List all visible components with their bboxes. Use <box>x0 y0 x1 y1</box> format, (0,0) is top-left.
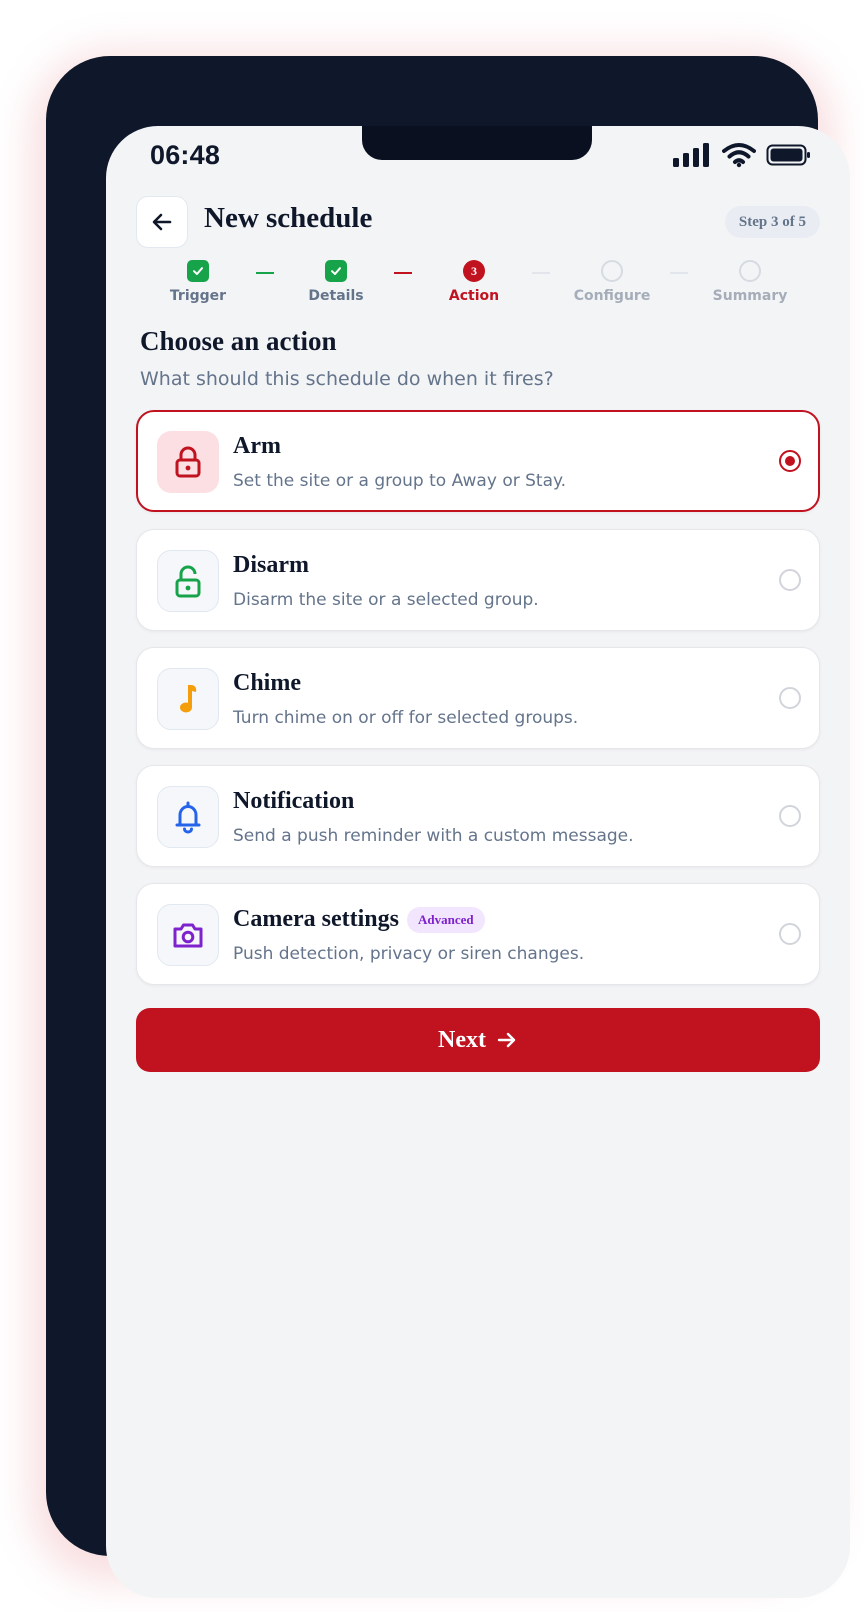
option-camera-settings[interactable]: Camera settings Advanced Push detection,… <box>136 883 820 985</box>
step-label: Action <box>448 288 500 304</box>
arrow-right-icon <box>497 1032 516 1048</box>
option-description: Send a push reminder with a custom messa… <box>233 826 634 846</box>
step-label: Details <box>308 288 364 304</box>
radio-unselected[interactable] <box>779 923 801 945</box>
check-icon <box>331 267 341 275</box>
option-title: Disarm <box>233 552 309 578</box>
step-label: Configure <box>573 288 651 304</box>
step-details: Details <box>276 260 396 304</box>
step-connector <box>256 272 274 274</box>
radio-selected[interactable] <box>779 450 801 472</box>
option-arm[interactable]: Arm Set the site or a group to Away or S… <box>136 410 820 512</box>
section-title: Choose an action <box>140 326 337 356</box>
camera-icon <box>173 923 203 948</box>
option-icon-tile <box>157 668 219 730</box>
step-connector <box>532 272 550 274</box>
option-icon-tile <box>157 550 219 612</box>
wifi-icon <box>722 143 756 168</box>
phone-frame: 06:48 New schedule Step 3 of 5 Trigger D… <box>46 56 850 1598</box>
step-todo-marker <box>601 260 623 282</box>
bell-icon <box>175 801 201 834</box>
radio-unselected[interactable] <box>779 569 801 591</box>
option-title: Notification <box>233 788 355 814</box>
step-action: 3 Action <box>414 260 534 304</box>
next-button[interactable]: Next <box>136 1008 820 1072</box>
step-trigger: Trigger <box>138 260 258 304</box>
option-disarm[interactable]: Disarm Disarm the site or a selected gro… <box>136 529 820 631</box>
step-label: Trigger <box>169 288 227 304</box>
option-title: Chime <box>233 670 301 696</box>
option-title: Arm <box>233 433 281 459</box>
step-label: Summary <box>712 288 788 304</box>
back-button[interactable] <box>136 196 188 248</box>
check-icon <box>193 267 203 275</box>
next-button-label: Next <box>438 1026 486 1053</box>
option-icon-tile <box>157 904 219 966</box>
option-description: Disarm the site or a selected group. <box>233 590 539 610</box>
step-connector <box>394 272 412 274</box>
option-description: Set the site or a group to Away or Stay. <box>233 471 567 491</box>
step-configure: Configure <box>552 260 672 304</box>
radio-unselected[interactable] <box>779 805 801 827</box>
battery-icon <box>766 144 810 166</box>
step-connector <box>670 272 688 274</box>
step-indicator-badge: Step 3 of 5 <box>724 206 820 238</box>
option-icon-tile <box>157 431 219 493</box>
music-note-icon <box>180 685 197 713</box>
page-title: New schedule <box>204 202 373 234</box>
option-title: Camera settings Advanced <box>233 906 485 933</box>
option-description: Push detection, privacy or siren changes… <box>233 944 585 964</box>
advanced-badge: Advanced <box>406 906 485 933</box>
unlock-icon <box>175 565 201 598</box>
radio-unselected[interactable] <box>779 687 801 709</box>
signal-icon <box>673 143 709 167</box>
notch <box>362 126 592 160</box>
step-done-marker <box>187 260 209 282</box>
section-subtitle: What should this schedule do when it fir… <box>140 368 554 390</box>
step-todo-marker <box>739 260 761 282</box>
option-icon-tile <box>157 786 219 848</box>
option-chime[interactable]: Chime Turn chime on or off for selected … <box>136 647 820 749</box>
step-current-marker: 3 <box>463 260 485 282</box>
status-time: 06:48 <box>150 140 221 170</box>
option-notification[interactable]: Notification Send a push reminder with a… <box>136 765 820 867</box>
step-done-marker <box>325 260 347 282</box>
lock-icon <box>175 446 201 478</box>
status-icons <box>672 142 812 168</box>
step-summary: Summary <box>690 260 810 304</box>
progress-stepper: Trigger Details 3 Action Configure Summa… <box>138 260 818 320</box>
app-screen: 06:48 New schedule Step 3 of 5 Trigger D… <box>106 126 850 1598</box>
option-description: Turn chime on or off for selected groups… <box>233 708 579 728</box>
arrow-left-icon <box>152 213 172 231</box>
